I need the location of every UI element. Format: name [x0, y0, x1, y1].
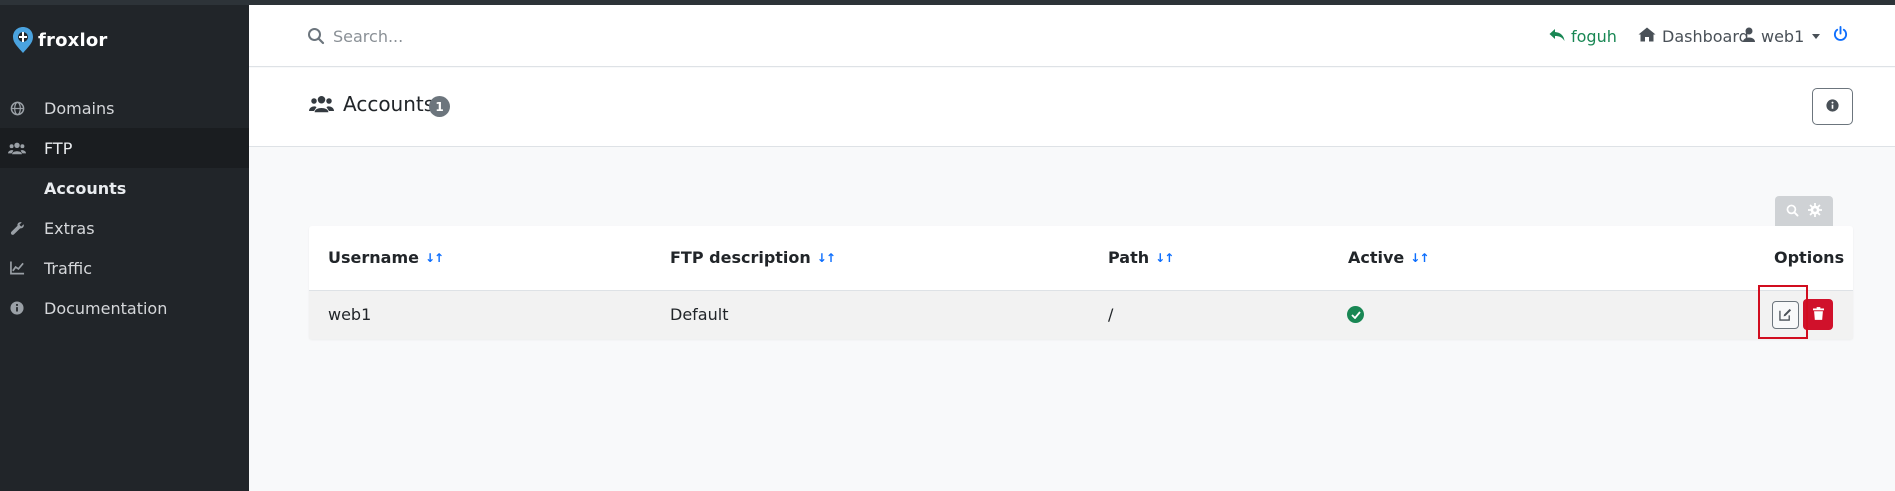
- froxlor-logo-icon: [13, 27, 33, 53]
- sidebar-item-documentation[interactable]: Documentation: [0, 288, 249, 328]
- info-circle-icon: [8, 300, 26, 316]
- top-navbar: foguh Dashboard web1: [249, 5, 1895, 67]
- info-button[interactable]: [1812, 88, 1853, 125]
- logout-button[interactable]: [1833, 25, 1848, 47]
- chevron-down-icon: [1812, 33, 1821, 39]
- sort-icon[interactable]: ↓↑: [1410, 251, 1429, 265]
- delete-button[interactable]: [1803, 299, 1833, 330]
- sidebar-item-domains[interactable]: Domains: [0, 88, 249, 128]
- sidebar-item-traffic[interactable]: Traffic: [0, 248, 249, 288]
- sidebar-item-label: FTP: [44, 138, 73, 158]
- column-header-username[interactable]: Username ↓↑: [328, 248, 444, 267]
- column-header-ftp-description[interactable]: FTP description ↓↑: [670, 248, 836, 267]
- search-icon: [307, 27, 325, 45]
- sidebar-item-label: Domains: [44, 98, 115, 118]
- count-badge: 1: [429, 96, 450, 117]
- globe-icon: [8, 100, 26, 116]
- column-header-active[interactable]: Active ↓↑: [1348, 248, 1429, 267]
- sidebar-item-extras[interactable]: Extras: [0, 208, 249, 248]
- trash-icon: [1812, 305, 1824, 324]
- active-check-icon: [1347, 306, 1364, 323]
- sidebar-item-accounts[interactable]: Accounts: [0, 168, 249, 208]
- sort-icon[interactable]: ↓↑: [1155, 251, 1174, 265]
- sidebar-item-label: Documentation: [44, 298, 168, 318]
- reply-icon: [1549, 27, 1565, 46]
- page-title: Accounts: [343, 92, 435, 116]
- table-row: web1 Default /: [309, 290, 1853, 339]
- user-icon: [1743, 27, 1755, 46]
- dashboard-link[interactable]: Dashboard: [1638, 25, 1749, 47]
- brand-name: froxlor: [38, 29, 108, 51]
- users-icon: [309, 94, 334, 117]
- search-icon[interactable]: [1786, 202, 1799, 221]
- sidebar: froxlor Domains FTP Accounts Extras Traf…: [0, 5, 249, 491]
- switch-user-link[interactable]: foguh: [1549, 25, 1617, 47]
- cell-ftp-description: Default: [670, 305, 729, 324]
- sidebar-item-label: Extras: [44, 218, 95, 238]
- page-header: Accounts 1: [249, 68, 1895, 147]
- switch-user-label: foguh: [1571, 26, 1617, 46]
- chart-icon: [8, 260, 26, 276]
- brand-logo[interactable]: froxlor: [12, 25, 108, 55]
- dashboard-label: Dashboard: [1662, 26, 1749, 46]
- sort-icon[interactable]: ↓↑: [817, 251, 836, 265]
- sidebar-item-label: Accounts: [44, 178, 127, 198]
- user-menu-dropdown[interactable]: web1: [1743, 25, 1821, 47]
- power-icon: [1833, 26, 1848, 46]
- column-header-options: Options: [1774, 248, 1845, 267]
- edit-button[interactable]: [1772, 301, 1799, 329]
- sidebar-item-label: Traffic: [44, 258, 93, 278]
- home-icon: [1638, 27, 1656, 46]
- cell-path: /: [1108, 305, 1114, 324]
- user-label: web1: [1761, 26, 1805, 46]
- sort-icon[interactable]: ↓↑: [425, 251, 444, 265]
- users-icon: [8, 140, 26, 156]
- sidebar-item-ftp[interactable]: FTP: [0, 128, 249, 168]
- table-tools: [1775, 196, 1833, 226]
- cell-username: web1: [328, 305, 372, 324]
- edit-icon: [1779, 306, 1792, 325]
- search-input[interactable]: [333, 24, 833, 48]
- column-header-path[interactable]: Path ↓↑: [1108, 248, 1174, 267]
- gear-icon[interactable]: [1808, 202, 1822, 221]
- accounts-table: Username ↓↑ FTP description ↓↑ Path ↓↑ A…: [309, 226, 1853, 339]
- wrench-icon: [8, 220, 26, 236]
- info-circle-icon: [1826, 97, 1839, 116]
